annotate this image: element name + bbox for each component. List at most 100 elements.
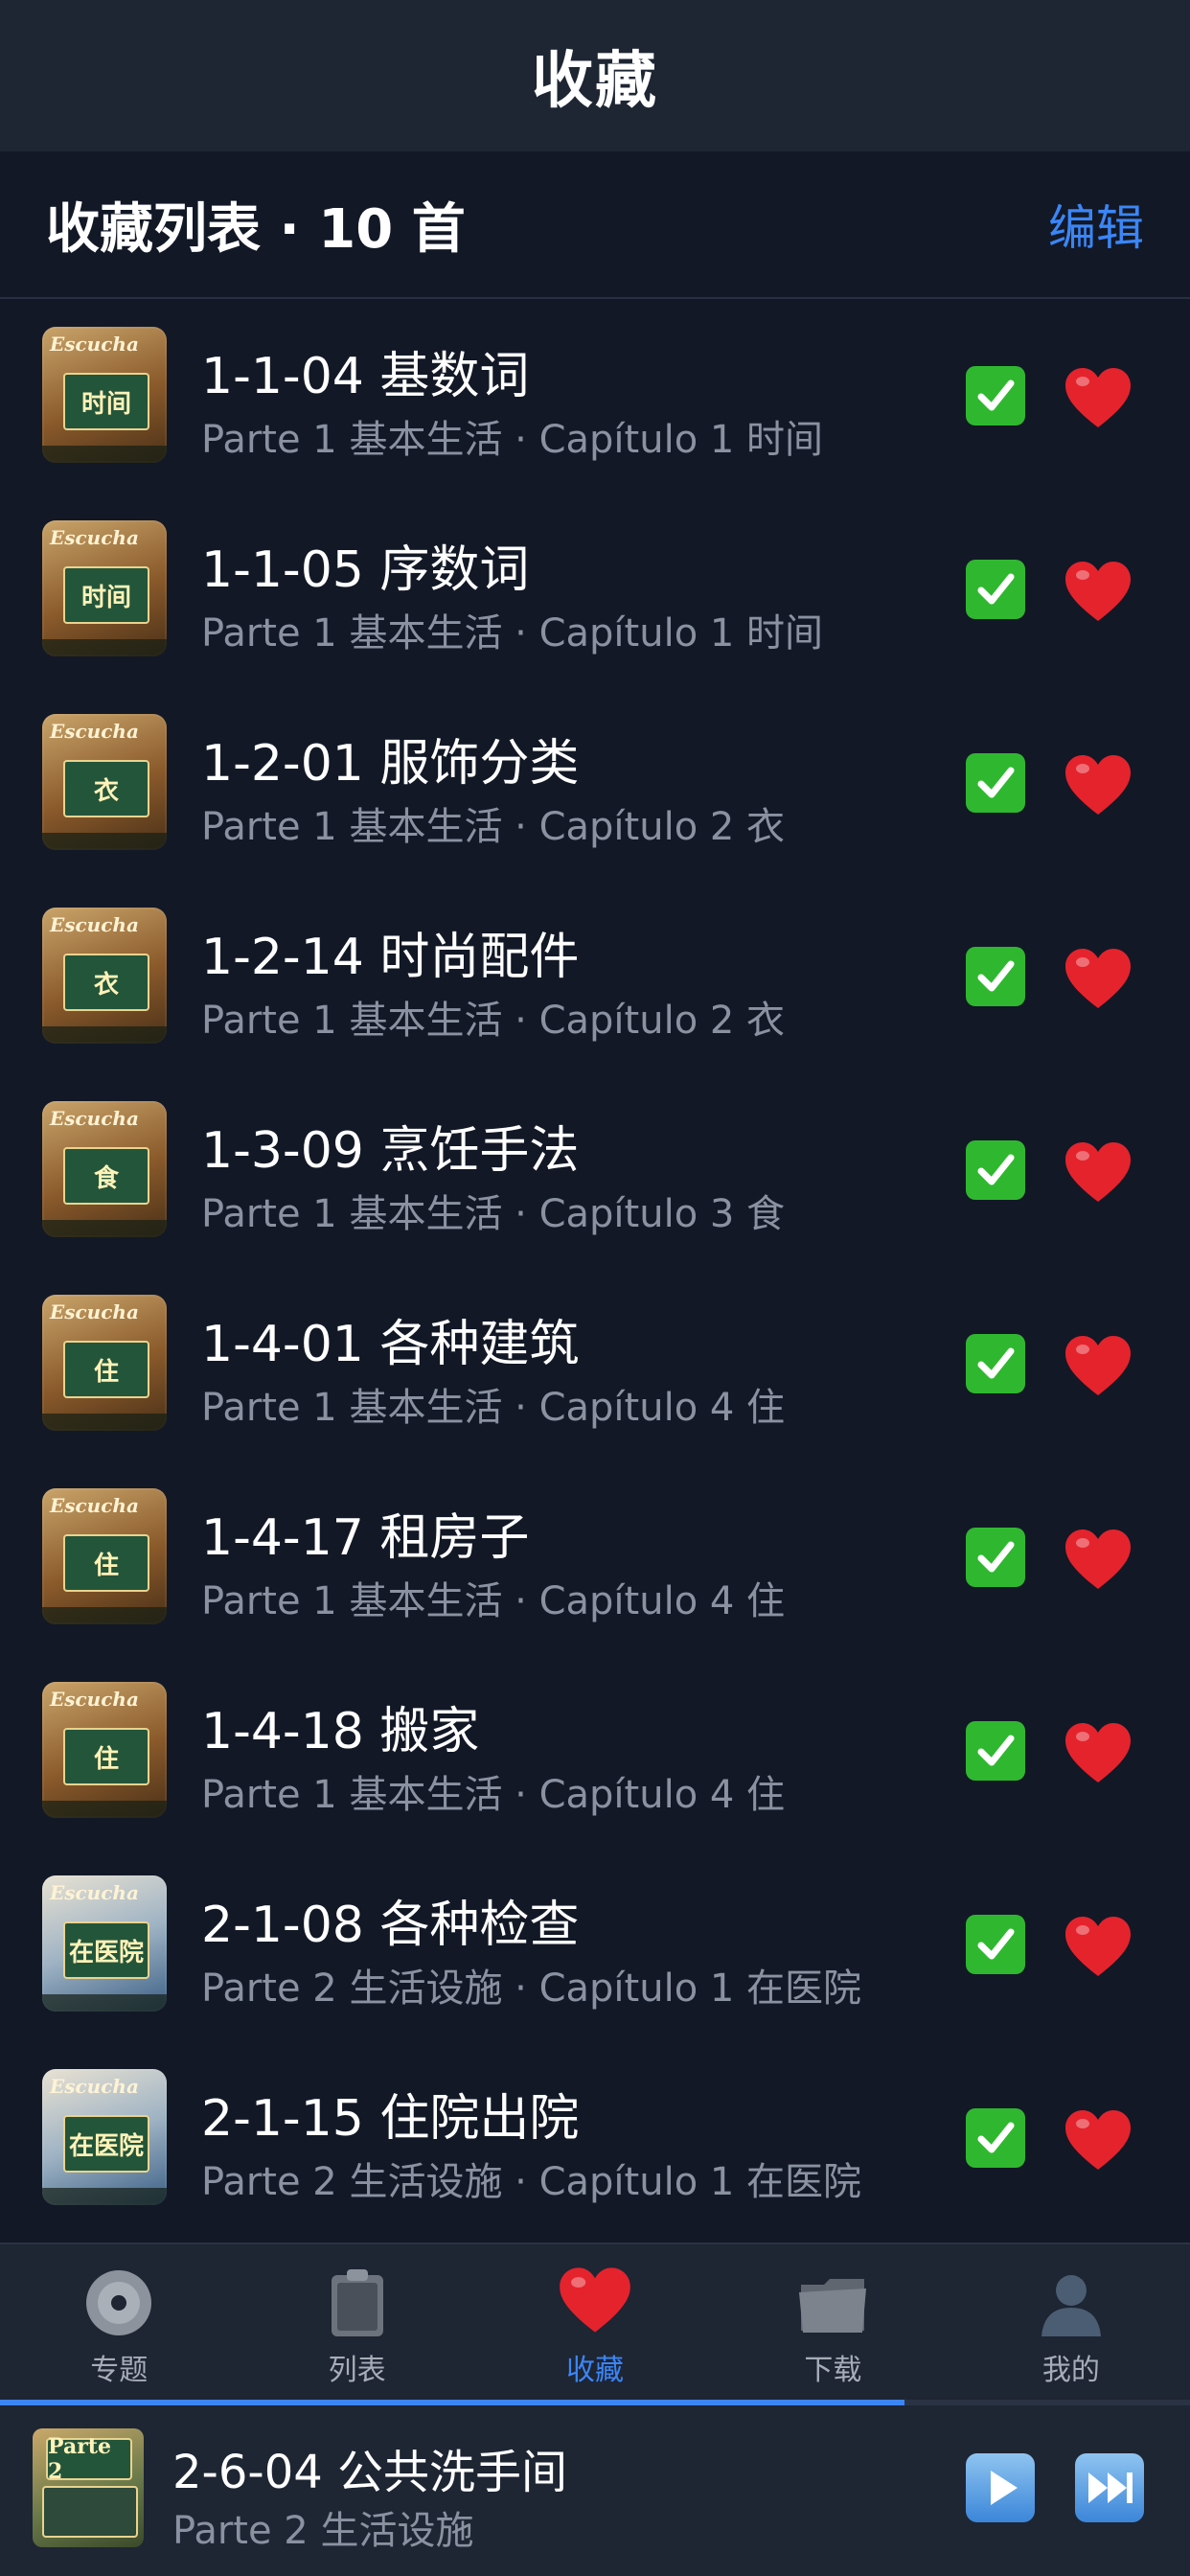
track-title: 1-2-01 服饰分类 [201, 735, 580, 793]
play-button[interactable] [966, 2453, 1035, 2522]
track-subtitle: Parte 1 基本生活 · Capítulo 3 食 [201, 1192, 786, 1236]
list-item[interactable]: Escucha 衣 1-2-01 服饰分类 Parte 1 基本生活 · Capítu… [0, 686, 1190, 880]
list-item[interactable]: Escucha 在医院 2-1-15 住院出院 Parte 2 生活设施 · Capí… [0, 2041, 1190, 2235]
clipboard-icon [320, 2266, 395, 2340]
track-cover-image: Escucha 住 [42, 1682, 167, 1818]
cover-chapter-label: 在医院 [63, 2115, 149, 2173]
list-item[interactable]: Escucha 衣 1-2-14 时尚配件 Parte 1 基本生活 · Capítu… [0, 880, 1190, 1073]
tab-label: 专题 [90, 2354, 149, 2387]
favorite-heart-icon[interactable] [1064, 947, 1133, 1010]
track-subtitle: Parte 1 基本生活 · Capítulo 1 时间 [201, 611, 824, 656]
track-cover-image: Escucha 住 [42, 1295, 167, 1431]
cover-script-text: Escucha [50, 913, 139, 936]
list-item[interactable]: Escucha 时间 1-1-05 序数词 Parte 1 基本生活 · Capítu… [0, 493, 1190, 686]
track-title: 1-4-17 租房子 [201, 1509, 530, 1567]
favorite-heart-icon[interactable] [1064, 366, 1133, 429]
cover-chapter-label: 衣 [63, 954, 149, 1011]
cover-footer-strip [42, 1026, 167, 1044]
player-cover-label: Parte 2 [46, 2434, 132, 2484]
cover-script-text: Escucha [50, 720, 139, 743]
cover-script-text: Escucha [50, 1688, 139, 1711]
check-icon[interactable] [966, 2108, 1025, 2168]
cover-script-text: Escucha [50, 1881, 139, 1904]
check-icon[interactable] [966, 1140, 1025, 1200]
cover-script-text: Escucha [50, 333, 139, 356]
cover-footer-strip [42, 446, 167, 463]
edit-button[interactable]: 编辑 [1048, 190, 1144, 259]
cover-chapter-label: 时间 [63, 566, 149, 624]
list-item[interactable]: Escucha 住 1-4-17 租房子 Parte 1 基本生活 · Capítul… [0, 1460, 1190, 1654]
favorite-heart-icon[interactable] [1064, 2108, 1133, 2172]
list-item[interactable]: Escucha 在医院 2-1-08 各种检查 Parte 2 生活设施 · Capí… [0, 1848, 1190, 2041]
person-icon [1034, 2266, 1109, 2340]
list-item[interactable]: Escucha 住 1-4-01 各种建筑 Parte 1 基本生活 · Capítu… [0, 1267, 1190, 1460]
player-cover-decoration [42, 2486, 138, 2538]
favorite-heart-icon[interactable] [1064, 1915, 1133, 1978]
favorite-heart-icon[interactable] [1064, 560, 1133, 623]
check-icon[interactable] [966, 947, 1025, 1006]
cover-footer-strip [42, 1801, 167, 1818]
tab-label: 列表 [328, 2354, 386, 2387]
section-title: 收藏列表 · 10 首 [46, 197, 466, 261]
tab-label: 下载 [804, 2354, 862, 2387]
track-subtitle: Parte 1 基本生活 · Capítulo 2 衣 [201, 999, 786, 1043]
track-cover-image: Escucha 食 [42, 1101, 167, 1237]
favorite-heart-icon[interactable] [1064, 753, 1133, 816]
tab-clipboard[interactable]: 列表 [238, 2244, 475, 2402]
mini-player[interactable]: Parte 2 2-6-04 公共洗手间 Parte 2 生活设施 [0, 2405, 1190, 2576]
folder-icon [795, 2266, 870, 2340]
disc-icon [81, 2266, 156, 2340]
favorites-list: Escucha 时间 1-1-04 基数词 Parte 1 基本生活 · Capítu… [0, 299, 1190, 2235]
tab-label: 收藏 [566, 2354, 625, 2387]
cover-footer-strip [42, 2188, 167, 2205]
track-cover-image: Escucha 时间 [42, 520, 167, 656]
track-title: 1-4-01 各种建筑 [201, 1316, 580, 1373]
cover-footer-strip [42, 639, 167, 656]
favorite-heart-icon[interactable] [1064, 1528, 1133, 1591]
track-title: 1-3-09 烹饪手法 [201, 1122, 580, 1180]
tab-label: 我的 [1041, 2354, 1100, 2387]
check-icon[interactable] [966, 366, 1025, 426]
tab-disc[interactable]: 专题 [0, 2244, 238, 2402]
cover-chapter-label: 住 [63, 1728, 149, 1785]
favorite-heart-icon[interactable] [1064, 1140, 1133, 1204]
cover-chapter-label: 食 [63, 1147, 149, 1205]
track-title: 1-2-14 时尚配件 [201, 929, 580, 986]
cover-footer-strip [42, 1994, 167, 2012]
cover-footer-strip [42, 1607, 167, 1624]
cover-script-text: Escucha [50, 1107, 139, 1130]
list-item[interactable]: Escucha 时间 1-1-04 基数词 Parte 1 基本生活 · Capítu… [0, 299, 1190, 493]
cover-chapter-label: 在医院 [63, 1921, 149, 1979]
tab-folder[interactable]: 下载 [714, 2244, 951, 2402]
check-icon[interactable] [966, 1915, 1025, 1974]
check-icon[interactable] [966, 1721, 1025, 1781]
favorite-heart-icon[interactable] [1064, 1721, 1133, 1784]
cover-script-text: Escucha [50, 2075, 139, 2098]
track-title: 1-4-18 搬家 [201, 1703, 480, 1760]
track-title: 2-1-15 住院出院 [201, 2090, 580, 2148]
check-icon[interactable] [966, 560, 1025, 619]
track-cover-image: Escucha 在医院 [42, 2069, 167, 2205]
check-icon[interactable] [966, 1528, 1025, 1587]
track-cover-image: Escucha 在医院 [42, 1875, 167, 2012]
tab-heart[interactable]: 收藏 [476, 2244, 714, 2402]
player-subtitle: Parte 2 生活设施 [172, 2509, 474, 2553]
track-subtitle: Parte 2 生活设施 · Capítulo 1 在医院 [201, 2160, 862, 2204]
cover-script-text: Escucha [50, 1300, 139, 1323]
cover-script-text: Escucha [50, 526, 139, 549]
cover-chapter-label: 住 [63, 1341, 149, 1398]
track-subtitle: Parte 1 基本生活 · Capítulo 4 住 [201, 1773, 786, 1817]
tab-bar: 专题 列表 收藏 下载 我的 [0, 2242, 1190, 2402]
section-header: 收藏列表 · 10 首 编辑 [0, 151, 1190, 299]
list-item[interactable]: Escucha 食 1-3-09 烹饪手法 Parte 1 基本生活 · Capítu… [0, 1073, 1190, 1267]
check-icon[interactable] [966, 753, 1025, 813]
list-item[interactable]: Escucha 住 1-4-18 搬家 Parte 1 基本生活 · Capítulo… [0, 1654, 1190, 1848]
tab-person[interactable]: 我的 [952, 2244, 1190, 2402]
check-icon[interactable] [966, 1334, 1025, 1393]
track-subtitle: Parte 1 基本生活 · Capítulo 2 衣 [201, 805, 786, 849]
track-subtitle: Parte 1 基本生活 · Capítulo 4 住 [201, 1579, 786, 1623]
favorite-heart-icon[interactable] [1064, 1334, 1133, 1397]
page-title: 收藏 [532, 46, 658, 117]
track-title: 1-1-05 序数词 [201, 541, 530, 599]
next-track-button[interactable] [1075, 2453, 1144, 2522]
